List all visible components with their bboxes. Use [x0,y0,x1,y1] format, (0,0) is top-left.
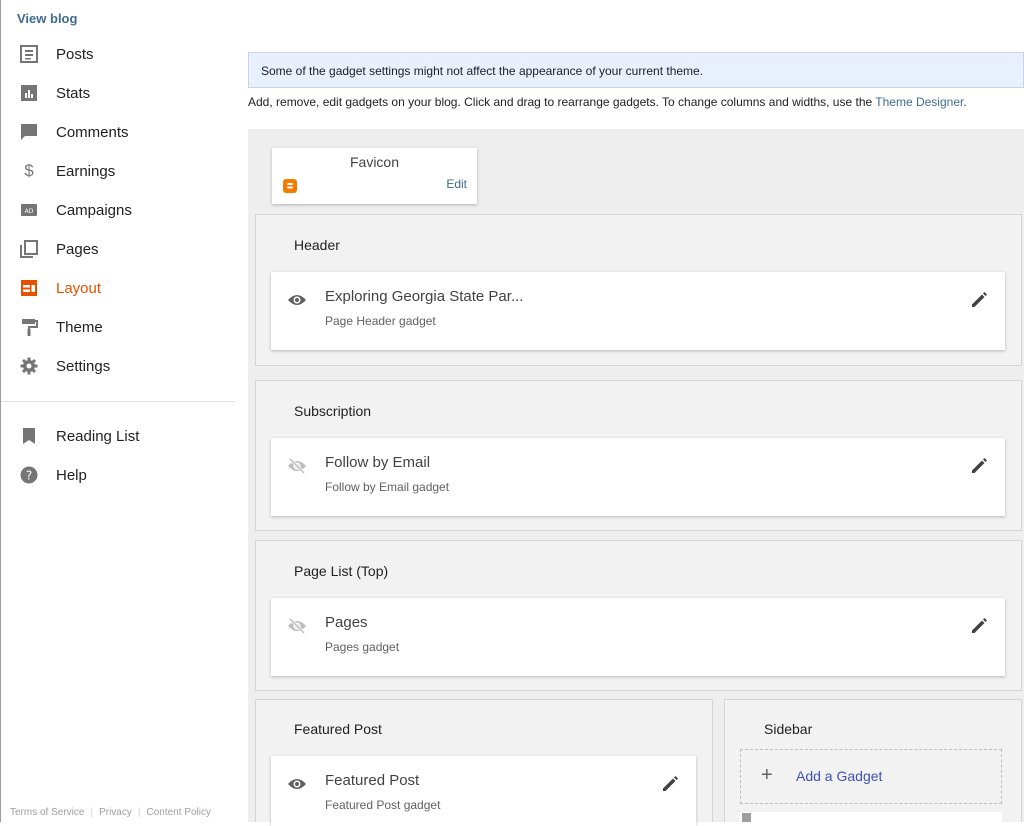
gadget-subtitle: Featured Post gadget [325,798,441,812]
gadget-subtitle: Page Header gadget [325,314,436,328]
sidebar-item-label: Theme [56,318,103,336]
posts-icon [20,45,38,63]
gadget-title: Pages [325,614,368,631]
pencil-icon[interactable] [969,290,989,310]
settings-icon [20,357,38,375]
sidebar-gadget-card[interactable] [740,812,1002,822]
favicon-title: Favicon [349,154,400,170]
footer-links: Terms of Service | Privacy | Content Policy [10,807,211,818]
svg-text:AD: AD [25,208,34,215]
pencil-icon[interactable] [969,616,989,636]
eye-off-icon[interactable] [287,617,307,635]
comments-icon [20,123,38,141]
sidebar-item-campaigns[interactable]: AD Campaigns [1,191,239,229]
section-subscription: Subscription Follow by Email Follow by E… [255,380,1022,531]
eye-off-icon[interactable] [287,457,307,475]
instructions-text: Add, remove, edit gadgets on your blog. … [248,95,876,109]
nav-divider [1,401,235,402]
theme-notice: Some of the gadget settings might not af… [248,52,1024,88]
sidebar-item-label: Layout [56,279,102,297]
instructions: Add, remove, edit gadgets on your blog. … [248,95,967,109]
sidebar-item-earnings[interactable]: $ Earnings [1,152,239,190]
pencil-icon[interactable] [660,774,680,794]
section-header: Header Exploring Georgia State Par... Pa… [255,214,1022,366]
sidebar-item-posts[interactable]: Posts [1,35,239,73]
sidebar-item-layout[interactable]: Layout [1,269,239,307]
sidebar-item-label: Posts [56,45,94,63]
sidebar-item-stats[interactable]: Stats [1,74,239,112]
plus-icon: + [761,764,773,786]
sidebar-item-label: Comments [56,123,129,141]
terms-link[interactable]: Terms of Service [10,807,84,818]
section-featured-post: Featured Post Featured Post Featured Pos… [255,699,713,826]
left-nav: View blog Posts Stats Comments $ Earning… [0,0,240,822]
stats-icon [20,84,38,102]
view-blog-link[interactable]: View blog [17,11,77,26]
bookmark-icon [20,427,38,445]
theme-designer-link[interactable]: Theme Designer [875,95,963,109]
section-page-list: Page List (Top) Pages Pages gadget [255,540,1022,691]
pages-icon [20,240,38,258]
favicon-edit-link[interactable]: Edit [446,177,467,191]
drag-handle-icon[interactable] [742,813,751,822]
sidebar-item-settings[interactable]: Settings [1,347,239,385]
privacy-link[interactable]: Privacy [99,807,132,818]
sidebar-item-label: Help [56,466,87,484]
section-title: Sidebar [764,721,813,737]
gadget-title: Exploring Georgia State Par... [325,288,524,305]
svg-text:?: ? [26,469,32,483]
help-icon: ? [20,466,38,484]
blogger-icon [283,179,297,193]
sidebar-item-reading-list[interactable]: Reading List [1,417,239,455]
gadget-card[interactable]: Pages Pages gadget [271,598,1005,676]
content-policy-link[interactable]: Content Policy [146,807,210,818]
sidebar-item-theme[interactable]: Theme [1,308,239,346]
section-title: Subscription [294,403,372,419]
add-gadget-button[interactable]: + Add a Gadget [740,749,1002,804]
notice-text: Some of the gadget settings might not af… [261,64,704,78]
gadget-title: Follow by Email [325,454,431,471]
sidebar-item-help[interactable]: ? Help [1,456,239,494]
sidebar-item-label: Reading List [56,427,140,445]
eye-icon[interactable] [287,292,307,308]
earnings-icon: $ [24,161,34,180]
sidebar-item-label: Stats [56,84,91,102]
favicon-gadget[interactable]: Favicon Edit [272,148,477,204]
sidebar-item-label: Settings [56,357,111,375]
sidebar-item-pages[interactable]: Pages [1,230,239,268]
campaigns-icon: AD [20,201,38,219]
gadget-subtitle: Follow by Email gadget [325,480,450,494]
eye-icon[interactable] [287,776,307,792]
section-title: Featured Post [294,721,382,737]
sidebar-item-label: Campaigns [56,201,132,219]
gadget-card[interactable]: Exploring Georgia State Par... Page Head… [271,272,1005,350]
layout-icon [20,279,38,297]
footer-separator: | [137,807,141,818]
section-title: Header [294,237,340,253]
pencil-icon[interactable] [969,456,989,476]
footer-separator: | [90,807,94,818]
gadget-title: Featured Post [325,772,420,789]
section-title: Page List (Top) [294,563,389,579]
sidebar-item-comments[interactable]: Comments [1,113,239,151]
gadget-card[interactable]: Follow by Email Follow by Email gadget [271,438,1005,516]
add-gadget-label: Add a Gadget [796,768,883,784]
gadget-card[interactable]: Featured Post Featured Post gadget [271,756,696,826]
sidebar-item-label: Pages [56,240,99,258]
theme-icon [20,318,38,336]
gadget-subtitle: Pages gadget [325,640,400,654]
sidebar-item-label: Earnings [56,162,116,180]
